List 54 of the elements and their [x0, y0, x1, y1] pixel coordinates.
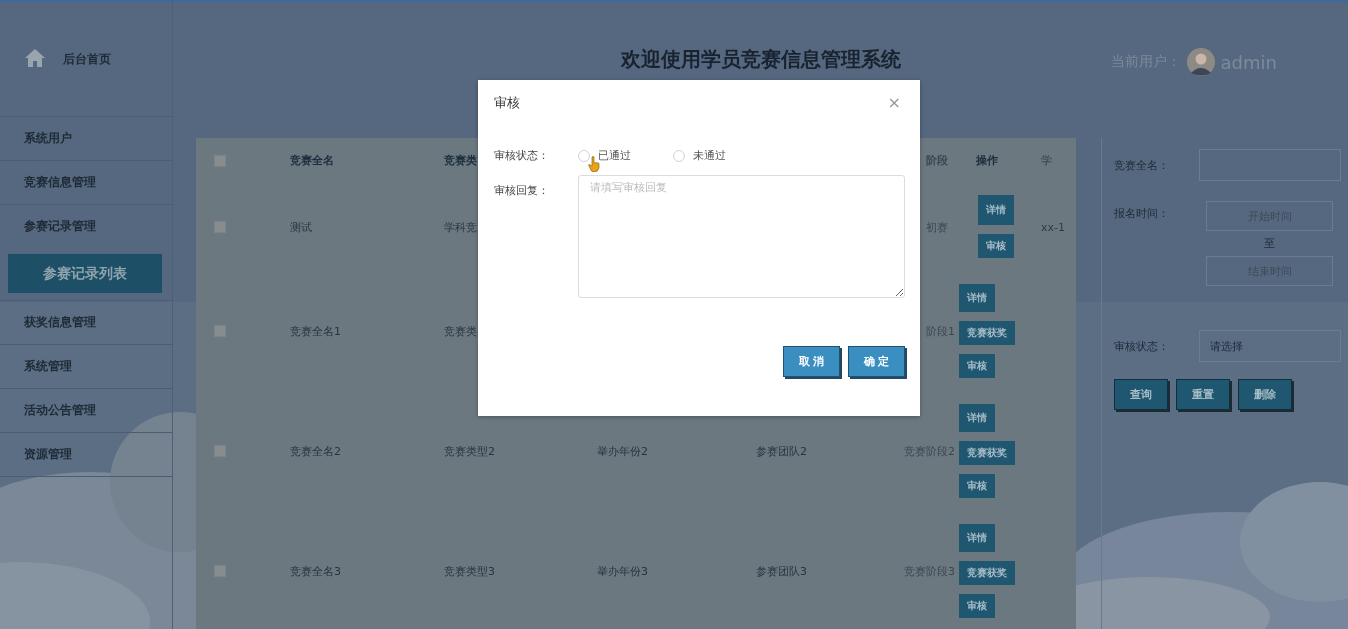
radio-button[interactable]	[578, 149, 590, 162]
checkbox[interactable]	[213, 221, 226, 233]
dialog-title: 审核	[494, 94, 520, 112]
field-label: 审核状态：	[494, 148, 550, 163]
home-link[interactable]: 后台首页	[63, 50, 111, 68]
action-button[interactable]: 审核	[959, 474, 995, 498]
column-header: 竞赛类	[444, 153, 477, 168]
close-button[interactable]: ×	[883, 95, 905, 111]
select-field[interactable]: 请选择	[1199, 330, 1341, 362]
range-separator: 至	[1264, 236, 1275, 251]
radio-button[interactable]	[673, 149, 685, 162]
dialog-button[interactable]: 确 定	[848, 346, 905, 377]
table-cell: xx-1	[1041, 220, 1065, 234]
reply-field[interactable]: 请填写审核回复	[578, 175, 905, 298]
action-button[interactable]: 审核	[959, 354, 995, 378]
checkbox[interactable]	[213, 325, 226, 337]
avatar-icon	[1186, 48, 1215, 76]
menu-item[interactable]: 系统管理	[0, 345, 172, 389]
menu-item[interactable]: 资源管理	[0, 433, 172, 477]
action-button[interactable]: 详情	[959, 284, 995, 312]
filter-button[interactable]: 查询	[1114, 379, 1168, 410]
field-label: 审核状态：	[1114, 338, 1170, 354]
filter-button[interactable]: 删除	[1238, 379, 1292, 410]
action-button[interactable]: 审核	[978, 234, 1014, 258]
submenu-item[interactable]: 参赛记录列表	[8, 254, 162, 293]
dialog-button[interactable]: 取 消	[783, 346, 840, 377]
field-label: 竞赛全名：	[1114, 157, 1170, 173]
checkbox[interactable]	[213, 445, 226, 457]
field-label: 报名时间：	[1114, 206, 1170, 221]
menu-item[interactable]: 获奖信息管理	[0, 301, 172, 345]
action-button[interactable]: 详情	[959, 404, 995, 432]
action-button[interactable]: 竞赛获奖	[959, 321, 1015, 345]
menu-item[interactable]: 参赛记录管理	[0, 205, 172, 248]
table-cell: 学科竞	[444, 219, 477, 235]
radio-label[interactable]: 未通过	[693, 148, 726, 163]
action-button[interactable]: 详情	[959, 524, 995, 552]
action-button[interactable]: 竞赛获奖	[959, 441, 1015, 465]
menu-item[interactable]: 系统用户	[0, 117, 172, 161]
action-button[interactable]: 审核	[959, 594, 995, 618]
radio-label[interactable]: 已通过	[598, 148, 631, 163]
hand-cursor-icon	[588, 156, 600, 172]
column-header: 竞赛全名	[290, 153, 334, 168]
checkbox[interactable]	[213, 154, 226, 167]
column-header: 学	[1041, 153, 1052, 168]
page-title: 欢迎使用学员竞赛信息管理系统	[621, 46, 901, 73]
column-header: 操作	[976, 153, 998, 168]
action-button[interactable]: 竞赛获奖	[959, 561, 1015, 585]
home-icon[interactable]	[24, 48, 46, 68]
action-button[interactable]: 详情	[978, 195, 1014, 225]
filter-button[interactable]: 重置	[1176, 379, 1230, 410]
menu-item[interactable]: 竞赛信息管理	[0, 161, 172, 205]
checkbox[interactable]	[213, 565, 226, 577]
field-label: 审核回复：	[494, 183, 550, 199]
menu-item[interactable]: 活动公告管理	[0, 389, 172, 433]
